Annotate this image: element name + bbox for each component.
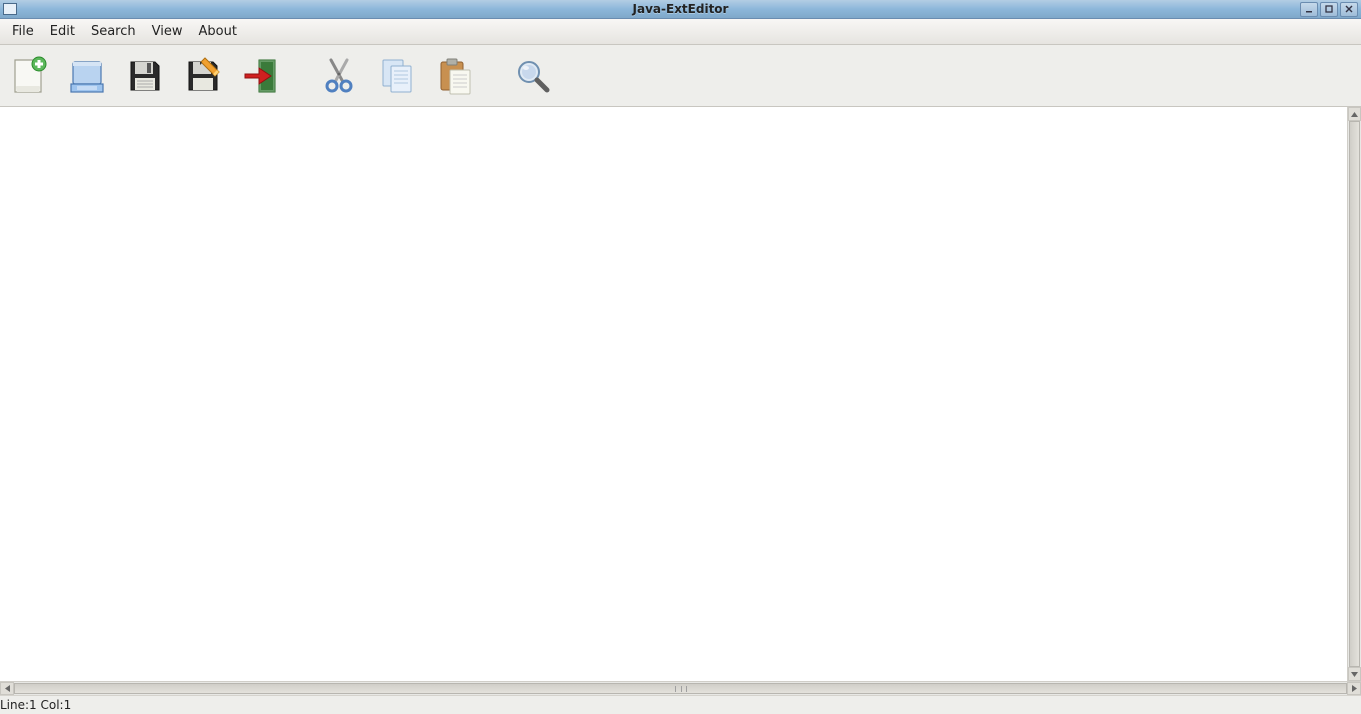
- vertical-scrollbar-thumb[interactable]: [1349, 121, 1360, 667]
- open-icon: [67, 56, 107, 96]
- menu-file[interactable]: File: [4, 20, 42, 43]
- cut-button[interactable]: [316, 53, 362, 99]
- app-icon: [3, 3, 17, 15]
- export-button[interactable]: [238, 53, 284, 99]
- save-button[interactable]: [122, 53, 168, 99]
- text-editor[interactable]: [0, 107, 1347, 681]
- window-title: Java-ExtEditor: [0, 2, 1361, 16]
- scroll-up-button[interactable]: [1348, 107, 1361, 121]
- cut-icon: [319, 56, 359, 96]
- horizontal-scrollbar[interactable]: [0, 681, 1361, 695]
- paste-icon: [435, 56, 475, 96]
- minimize-button[interactable]: [1300, 2, 1318, 17]
- search-icon: [513, 56, 553, 96]
- new-file-icon: [9, 56, 49, 96]
- vertical-scrollbar[interactable]: [1347, 107, 1361, 681]
- maximize-button[interactable]: [1320, 2, 1338, 17]
- scroll-right-button[interactable]: [1347, 682, 1361, 695]
- close-icon: [1345, 5, 1353, 13]
- editor-area: [0, 107, 1361, 681]
- copy-button[interactable]: [374, 53, 420, 99]
- menu-edit[interactable]: Edit: [42, 20, 83, 43]
- close-button[interactable]: [1340, 2, 1358, 17]
- save-as-button[interactable]: [180, 53, 226, 99]
- copy-icon: [377, 56, 417, 96]
- chevron-right-icon: [1352, 685, 1357, 692]
- maximize-icon: [1325, 5, 1333, 13]
- horizontal-scrollbar-thumb[interactable]: [14, 683, 1347, 694]
- menu-about[interactable]: About: [190, 20, 244, 43]
- menu-search[interactable]: Search: [83, 20, 144, 43]
- window-titlebar: Java-ExtEditor: [0, 0, 1361, 19]
- save-as-icon: [183, 56, 223, 96]
- new-file-button[interactable]: [6, 53, 52, 99]
- statusbar: Line:1 Col:1: [0, 695, 1361, 714]
- scroll-left-button[interactable]: [0, 682, 14, 695]
- search-button[interactable]: [510, 53, 556, 99]
- chevron-left-icon: [5, 685, 10, 692]
- chevron-up-icon: [1351, 112, 1358, 117]
- minimize-icon: [1305, 5, 1313, 13]
- save-icon: [125, 56, 165, 96]
- paste-button[interactable]: [432, 53, 478, 99]
- menu-view[interactable]: View: [144, 20, 191, 43]
- toolbar: [0, 45, 1361, 107]
- scroll-down-button[interactable]: [1348, 667, 1361, 681]
- export-icon: [241, 56, 281, 96]
- chevron-down-icon: [1351, 672, 1358, 677]
- open-button[interactable]: [64, 53, 110, 99]
- cursor-position: Line:1 Col:1: [0, 698, 71, 712]
- menubar: File Edit Search View About: [0, 19, 1361, 45]
